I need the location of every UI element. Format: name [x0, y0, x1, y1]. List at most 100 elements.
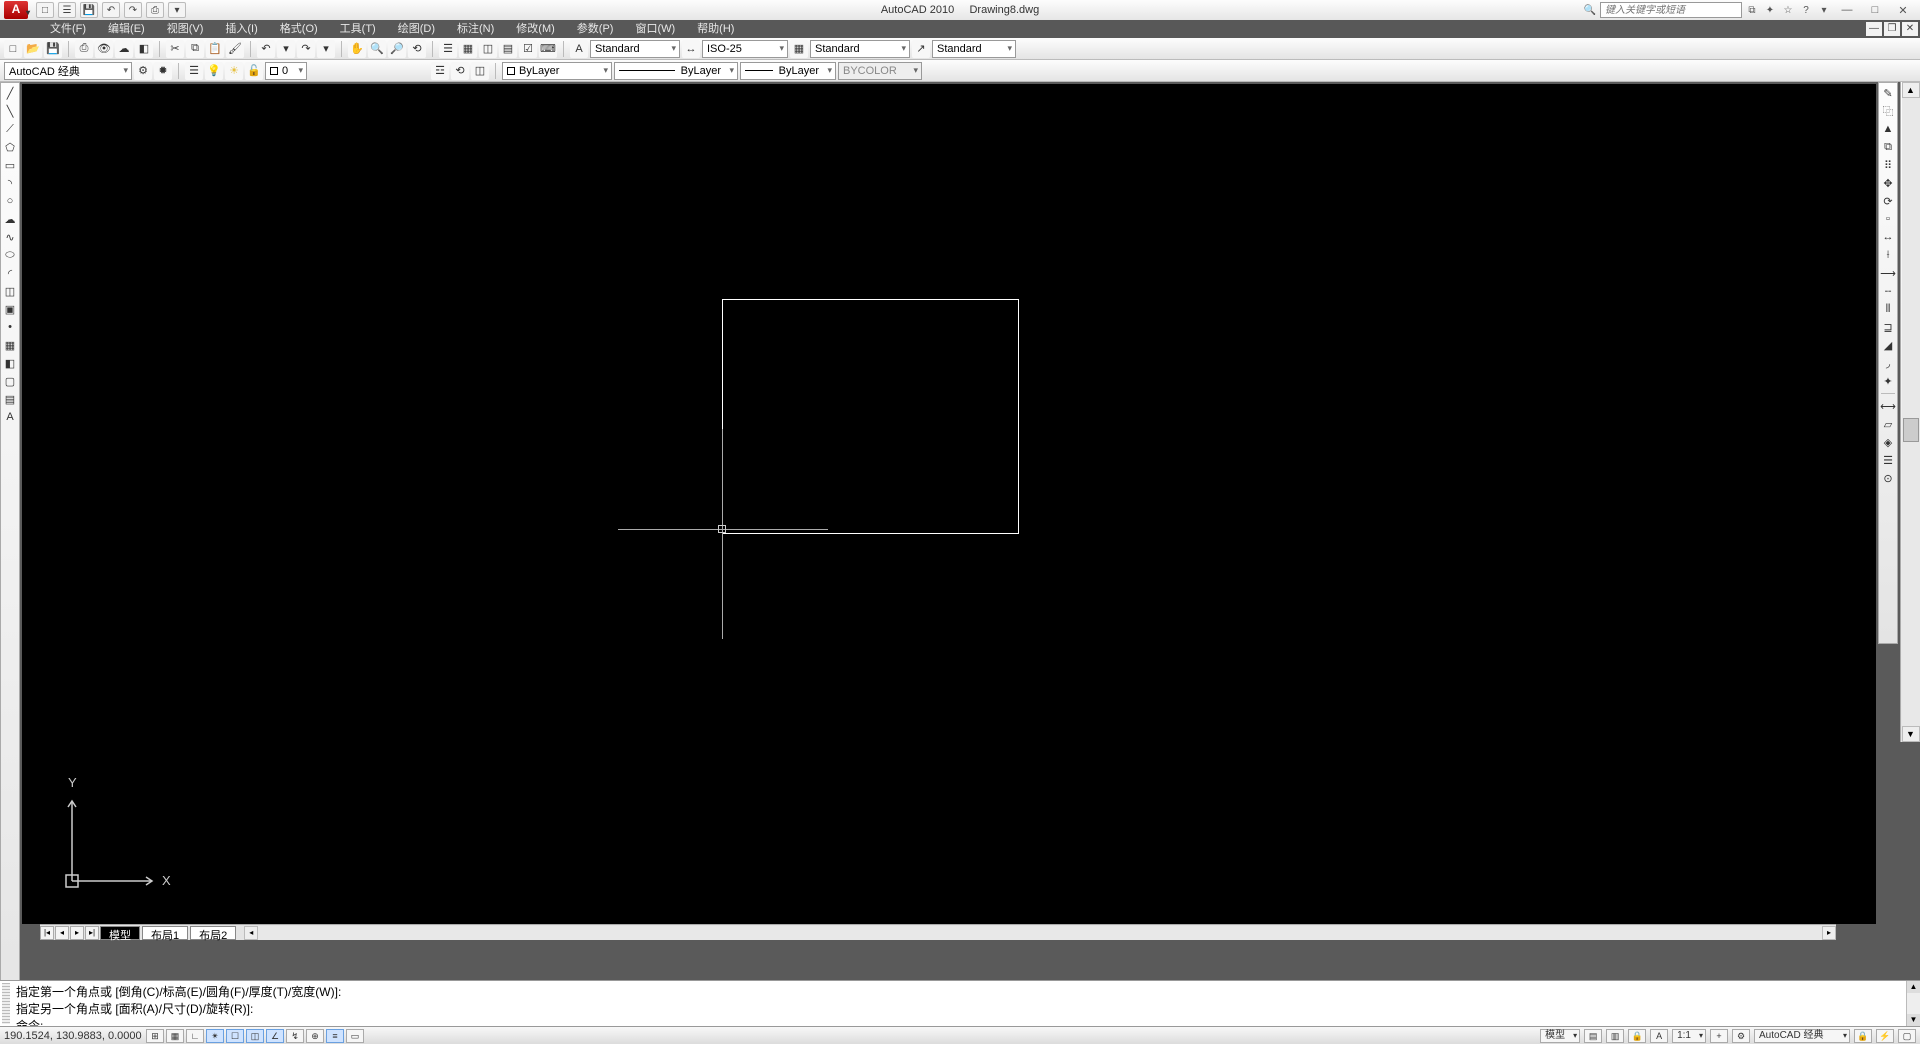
- minimize-button[interactable]: —: [1834, 2, 1860, 18]
- save-icon[interactable]: 💾: [44, 40, 62, 58]
- region-icon[interactable]: ▢: [2, 373, 18, 389]
- gradient-icon[interactable]: ◧: [2, 355, 18, 371]
- mleader-style-dropdown[interactable]: Standard: [932, 40, 1016, 58]
- infocenter-search-input[interactable]: [1600, 2, 1742, 18]
- menu-draw[interactable]: 绘图(D): [388, 20, 445, 38]
- linetype-dropdown[interactable]: ByLayer: [614, 62, 738, 80]
- ellipse-arc-icon[interactable]: ◜: [2, 265, 18, 281]
- annoscale-lock-icon[interactable]: 🔒: [1628, 1029, 1646, 1043]
- redo-dropdown-icon[interactable]: ▾: [317, 40, 335, 58]
- tab-model[interactable]: 模型: [100, 926, 140, 940]
- qat-undo-icon[interactable]: ↶: [102, 2, 120, 18]
- properties-icon[interactable]: ☰: [439, 40, 457, 58]
- fillet-icon[interactable]: ◞: [1880, 355, 1896, 371]
- menu-parametric[interactable]: 参数(P): [567, 20, 624, 38]
- menu-tools[interactable]: 工具(T): [330, 20, 386, 38]
- stretch-icon[interactable]: ↔: [1880, 229, 1896, 245]
- massprops-icon[interactable]: ◈: [1880, 434, 1896, 450]
- color-dropdown[interactable]: ByLayer: [502, 62, 612, 80]
- explode-icon[interactable]: ✦: [1880, 373, 1896, 389]
- maximize-button[interactable]: □: [1862, 2, 1888, 18]
- join-icon[interactable]: ⊒: [1880, 319, 1896, 335]
- doc-restore-button[interactable]: ❐: [1884, 22, 1900, 36]
- undo-icon[interactable]: ↶: [257, 40, 275, 58]
- rectangle-icon[interactable]: ▭: [2, 157, 18, 173]
- designcenter-icon[interactable]: ▦: [459, 40, 477, 58]
- dwf-icon[interactable]: ◧: [135, 40, 153, 58]
- vscroll-up-icon[interactable]: ▲: [1902, 82, 1920, 98]
- qat-new-icon[interactable]: □: [36, 2, 54, 18]
- layer-freeze-icon[interactable]: ☀: [225, 62, 243, 80]
- scale-icon[interactable]: ▫: [1880, 211, 1896, 227]
- copy-obj-icon[interactable]: ⿻: [1880, 103, 1896, 119]
- new-icon[interactable]: □: [4, 40, 22, 58]
- hscroll-left-icon[interactable]: ◂: [244, 926, 258, 940]
- layer-state-icon[interactable]: ◫: [471, 62, 489, 80]
- workspace-settings-icon[interactable]: ⚙: [134, 62, 152, 80]
- workspace-save-icon[interactable]: ✹: [154, 62, 172, 80]
- help-dropdown-icon[interactable]: ▾: [1816, 2, 1832, 18]
- chamfer-icon[interactable]: ◢: [1880, 337, 1896, 353]
- plotstyle-dropdown[interactable]: BYCOLOR: [838, 62, 922, 80]
- paste-icon[interactable]: 📋: [206, 40, 224, 58]
- zoom-window-icon[interactable]: 🔎: [388, 40, 406, 58]
- hardware-accel-icon[interactable]: ⚡: [1876, 1029, 1894, 1043]
- polygon-icon[interactable]: ⬠: [2, 139, 18, 155]
- qat-dropdown-icon[interactable]: ▾: [168, 2, 186, 18]
- point-icon[interactable]: •: [2, 319, 18, 335]
- layer-lock-icon[interactable]: 🔓: [245, 62, 263, 80]
- favorites-icon[interactable]: ☆: [1780, 2, 1796, 18]
- vscroll-down-icon[interactable]: ▼: [1902, 726, 1920, 742]
- matchprop-icon[interactable]: 🖌: [226, 40, 244, 58]
- area-icon[interactable]: ▱: [1880, 416, 1896, 432]
- offset-icon[interactable]: ⧉: [1880, 139, 1896, 155]
- vscroll-thumb[interactable]: [1903, 418, 1919, 442]
- redo-icon[interactable]: ↷: [297, 40, 315, 58]
- qat-open-icon[interactable]: ☰: [58, 2, 76, 18]
- quickcalc-icon[interactable]: ⌨: [539, 40, 557, 58]
- command-line[interactable]: 指定第一个角点或 [倒角(C)/标高(E)/圆角(F)/厚度(T)/宽度(W)]…: [0, 980, 1920, 1026]
- layer-properties-icon[interactable]: ☰: [185, 62, 203, 80]
- menu-edit[interactable]: 编辑(E): [98, 20, 155, 38]
- tab-layout2[interactable]: 布局2: [190, 926, 236, 940]
- dyn-toggle[interactable]: ⊕: [306, 1029, 324, 1043]
- layer-match-icon[interactable]: ☲: [431, 62, 449, 80]
- menu-help[interactable]: 帮助(H): [687, 20, 744, 38]
- circle-icon[interactable]: ○: [2, 193, 18, 209]
- break-at-icon[interactable]: ╌: [1880, 283, 1896, 299]
- tab-nav-next-icon[interactable]: ▸: [70, 926, 84, 940]
- toolbar-lock-icon[interactable]: 🔒: [1854, 1029, 1872, 1043]
- toolpalettes-icon[interactable]: ◫: [479, 40, 497, 58]
- workspace-dropdown[interactable]: AutoCAD 经典: [4, 62, 132, 80]
- zoom-realtime-icon[interactable]: 🔍: [368, 40, 386, 58]
- list-icon[interactable]: ☰: [1880, 452, 1896, 468]
- cleanscreen-icon[interactable]: ▢: [1898, 1029, 1916, 1043]
- publish-icon[interactable]: ☁: [115, 40, 133, 58]
- tab-nav-first-icon[interactable]: |◂: [40, 926, 54, 940]
- help-icon[interactable]: ?: [1798, 2, 1814, 18]
- otrack-toggle[interactable]: ∠: [266, 1029, 284, 1043]
- tab-nav-last-icon[interactable]: ▸|: [85, 926, 99, 940]
- tab-nav-prev-icon[interactable]: ◂: [55, 926, 69, 940]
- qat-redo-icon[interactable]: ↷: [124, 2, 142, 18]
- mtext-icon[interactable]: A: [2, 409, 18, 425]
- dimstyle-icon[interactable]: ↔: [682, 40, 700, 58]
- line-icon[interactable]: ╱: [2, 85, 18, 101]
- command-vscrollbar[interactable]: ▲ ▼: [1906, 981, 1920, 1026]
- table-icon[interactable]: ▤: [2, 391, 18, 407]
- comm-center-icon[interactable]: ⧉: [1744, 2, 1760, 18]
- preview-icon[interactable]: 👁: [95, 40, 113, 58]
- make-block-icon[interactable]: ▣: [2, 301, 18, 317]
- menu-modify[interactable]: 修改(M): [506, 20, 565, 38]
- hatch-icon[interactable]: ▦: [2, 337, 18, 353]
- doc-close-button[interactable]: ✕: [1902, 22, 1918, 36]
- vscroll-track[interactable]: [1902, 98, 1920, 726]
- trim-icon[interactable]: ⟊: [1880, 247, 1896, 263]
- canvas-hscrollbar[interactable]: ◂ ▸: [244, 926, 1836, 940]
- revcloud-icon[interactable]: ☁: [2, 211, 18, 227]
- canvas-vscrollbar[interactable]: ▲ ▼: [1900, 82, 1920, 742]
- plot-icon[interactable]: ⎙: [75, 40, 93, 58]
- open-icon[interactable]: 📂: [24, 40, 42, 58]
- ellipse-icon[interactable]: ⬭: [2, 247, 18, 263]
- ortho-toggle[interactable]: ∟: [186, 1029, 204, 1043]
